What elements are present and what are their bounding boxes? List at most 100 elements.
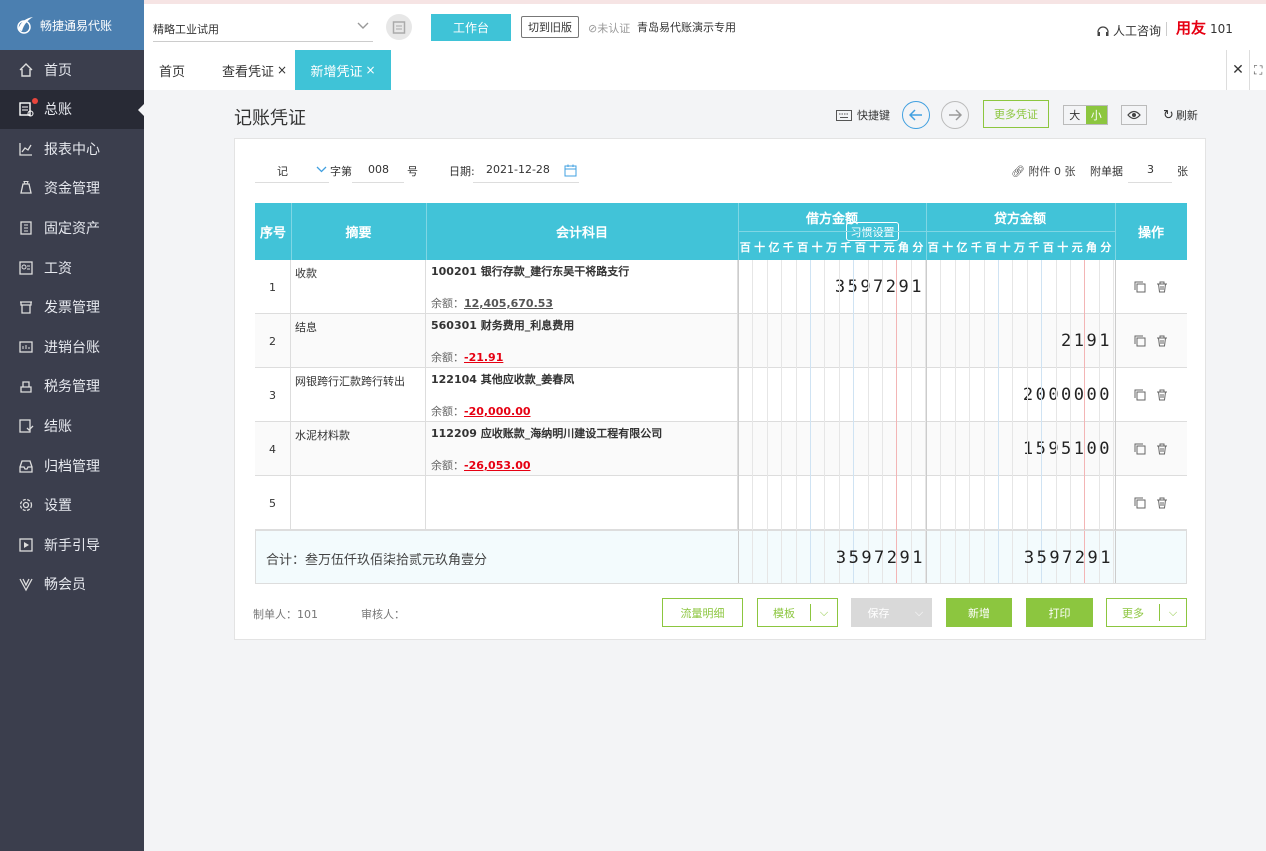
size-large-option[interactable]: 大 <box>1064 106 1086 124</box>
sidebar-item[interactable]: 新手引导 <box>0 525 144 564</box>
table-row[interactable]: 3 网银跨行汇款跨行转出 122104 其他应收款_姜春凤 余额：-20,000.00… <box>255 368 1187 422</box>
add-button[interactable]: 新增 <box>946 598 1012 627</box>
sidebar-item[interactable]: 资金管理 <box>0 169 144 208</box>
delete-icon[interactable] <box>1156 443 1168 455</box>
sidebar-item[interactable]: 设置 <box>0 486 144 525</box>
chevron-down-icon[interactable]: ⌵ <box>811 606 837 620</box>
summary-cell[interactable]: 结息 <box>291 314 426 368</box>
digit-unit: 万 <box>826 241 838 254</box>
doc-count-input[interactable]: 3 <box>1128 159 1172 183</box>
refresh-label: 刷新 <box>1175 109 1198 122</box>
tab-label: 查看凭证 <box>222 64 275 80</box>
more-button[interactable]: 更多 ⌵ <box>1106 598 1187 627</box>
sidebar-item[interactable]: 固定资产 <box>0 208 144 247</box>
copy-icon[interactable] <box>1134 443 1146 455</box>
sidebar-item[interactable]: 税务管理 <box>0 367 144 406</box>
sidebar-item[interactable]: 归档管理 <box>0 446 144 485</box>
app-logo[interactable]: 畅捷通易代账 <box>0 0 144 50</box>
logo-text: 畅捷通易代账 <box>40 18 113 33</box>
column-divider <box>738 260 739 314</box>
voucher-number-input[interactable]: 008 <box>352 159 404 183</box>
template-button[interactable]: 模板 ⌵ <box>757 598 838 627</box>
sidebar-item[interactable]: 首页 <box>0 50 144 89</box>
account-cell[interactable]: 122104 其他应收款_姜春凤 余额：-20,000.00 <box>426 368 738 422</box>
more-voucher-button[interactable]: 更多凭证 <box>983 100 1049 128</box>
save-button[interactable]: 保存 ⌵ <box>851 598 932 627</box>
next-voucher-button[interactable] <box>941 101 969 129</box>
chevron-down-icon[interactable]: ⌵ <box>1160 606 1186 620</box>
gear-icon <box>18 497 34 513</box>
sidebar-item[interactable]: 总账 <box>0 89 144 129</box>
sidebar-item[interactable]: 报表中心 <box>0 129 144 168</box>
summary-cell[interactable]: 水泥材料款 <box>291 422 426 476</box>
sidebar-item[interactable]: 发票管理 <box>0 288 144 327</box>
attachment-link[interactable]: 🔗︎ 附件 0 张 <box>1011 163 1075 179</box>
sidebar-item-label: 设置 <box>44 498 72 515</box>
calendar-icon[interactable] <box>564 164 577 177</box>
sidebar-item[interactable]: 进销台账 <box>0 327 144 366</box>
summary-cell[interactable] <box>291 476 426 530</box>
copy-icon[interactable] <box>1134 497 1146 509</box>
grid-line <box>983 368 985 422</box>
digit-unit: 分 <box>1100 241 1112 254</box>
date-input[interactable]: 2021-12-28 <box>473 159 579 183</box>
delete-icon[interactable] <box>1156 389 1168 401</box>
refresh-button[interactable]: ↻ 刷新 <box>1163 107 1198 123</box>
shortcut-button[interactable]: 快捷键 <box>836 107 890 123</box>
balance-value[interactable]: -20,000.00 <box>464 405 531 418</box>
copy-icon[interactable] <box>1134 281 1146 293</box>
chevron-down-icon[interactable]: ⌵ <box>906 606 932 620</box>
delete-icon[interactable] <box>1156 281 1168 293</box>
workbench-button[interactable]: 工作台 <box>431 14 511 41</box>
voucher-type-select[interactable]: 记 <box>255 159 329 183</box>
row-ops <box>1115 476 1187 530</box>
prev-voucher-button[interactable] <box>902 101 930 129</box>
tab-home[interactable]: 首页 <box>159 50 185 90</box>
table-row[interactable]: 4 水泥材料款 112209 应收账款_海纳明川建设工程有限公司 余额：-26,053… <box>255 422 1187 476</box>
calendar-switch-icon[interactable] <box>386 14 412 40</box>
sidebar-item[interactable]: 结账 <box>0 406 144 445</box>
account-cell[interactable] <box>426 476 738 530</box>
table-row[interactable]: 2 结息 560301 财务费用_利息费用 余额：-21.91 2191 <box>255 314 1187 368</box>
delete-icon[interactable] <box>1156 335 1168 347</box>
fullscreen-icon[interactable]: ⛶ <box>1254 50 1266 90</box>
shortcut-label: 快捷键 <box>857 109 890 122</box>
size-small-option[interactable]: 小 <box>1085 106 1107 124</box>
balance-value[interactable]: -21.91 <box>464 351 503 364</box>
balance-value[interactable]: -26,053.00 <box>464 459 531 472</box>
flow-detail-button[interactable]: 流量明细 <box>662 598 743 627</box>
digit-unit: 十 <box>869 241 881 254</box>
cert-status[interactable]: ⊘未认证 <box>588 20 630 36</box>
sidebar-item[interactable]: 畅会员 <box>0 565 144 604</box>
summary-cell[interactable]: 网银跨行汇款跨行转出 <box>291 368 426 422</box>
grid-line <box>838 368 840 422</box>
copy-icon[interactable] <box>1134 389 1146 401</box>
close-all-tabs-icon[interactable]: ✕ <box>1226 50 1250 90</box>
tab-new-voucher[interactable]: 新增凭证 × <box>295 50 391 90</box>
company-select[interactable]: 精略工业试用 <box>153 14 373 42</box>
summary-cell[interactable]: 收款 <box>291 260 426 314</box>
voucher-type-value: 记 <box>277 165 288 178</box>
table-row[interactable]: 5 <box>255 476 1187 530</box>
print-button[interactable]: 打印 <box>1026 598 1093 627</box>
eye-icon[interactable] <box>1121 105 1147 125</box>
grid-line <box>795 368 797 422</box>
grid-line <box>766 422 768 476</box>
balance-label: 余额： <box>431 405 464 418</box>
copy-icon[interactable] <box>1134 335 1146 347</box>
account-cell[interactable]: 100201 银行存款_建行东吴干将路支行 余额：12,405,670.53 <box>426 260 738 314</box>
account-cell[interactable]: 112209 应收账款_海纳明川建设工程有限公司 余额：-26,053.00 <box>426 422 738 476</box>
user-name[interactable]: 101 <box>1210 22 1233 36</box>
table-row[interactable]: 1 收款 100201 银行存款_建行东吴干将路支行 余额：12,405,670.53… <box>255 260 1187 314</box>
sidebar-item[interactable]: 工资 <box>0 248 144 287</box>
consult-link[interactable]: 人工咨询 <box>1096 22 1161 39</box>
account-cell[interactable]: 560301 财务费用_利息费用 余额：-21.91 <box>426 314 738 368</box>
tab-view-voucher[interactable]: 查看凭证 × <box>222 50 287 90</box>
delete-icon[interactable] <box>1156 497 1168 509</box>
balance-value[interactable]: 12,405,670.53 <box>464 297 553 310</box>
close-icon[interactable]: × <box>365 63 375 77</box>
size-toggle[interactable]: 大 小 <box>1063 105 1108 125</box>
salary-icon <box>18 260 34 276</box>
close-icon[interactable]: × <box>277 63 287 77</box>
switch-old-version-button[interactable]: 切到旧版 <box>521 16 579 38</box>
